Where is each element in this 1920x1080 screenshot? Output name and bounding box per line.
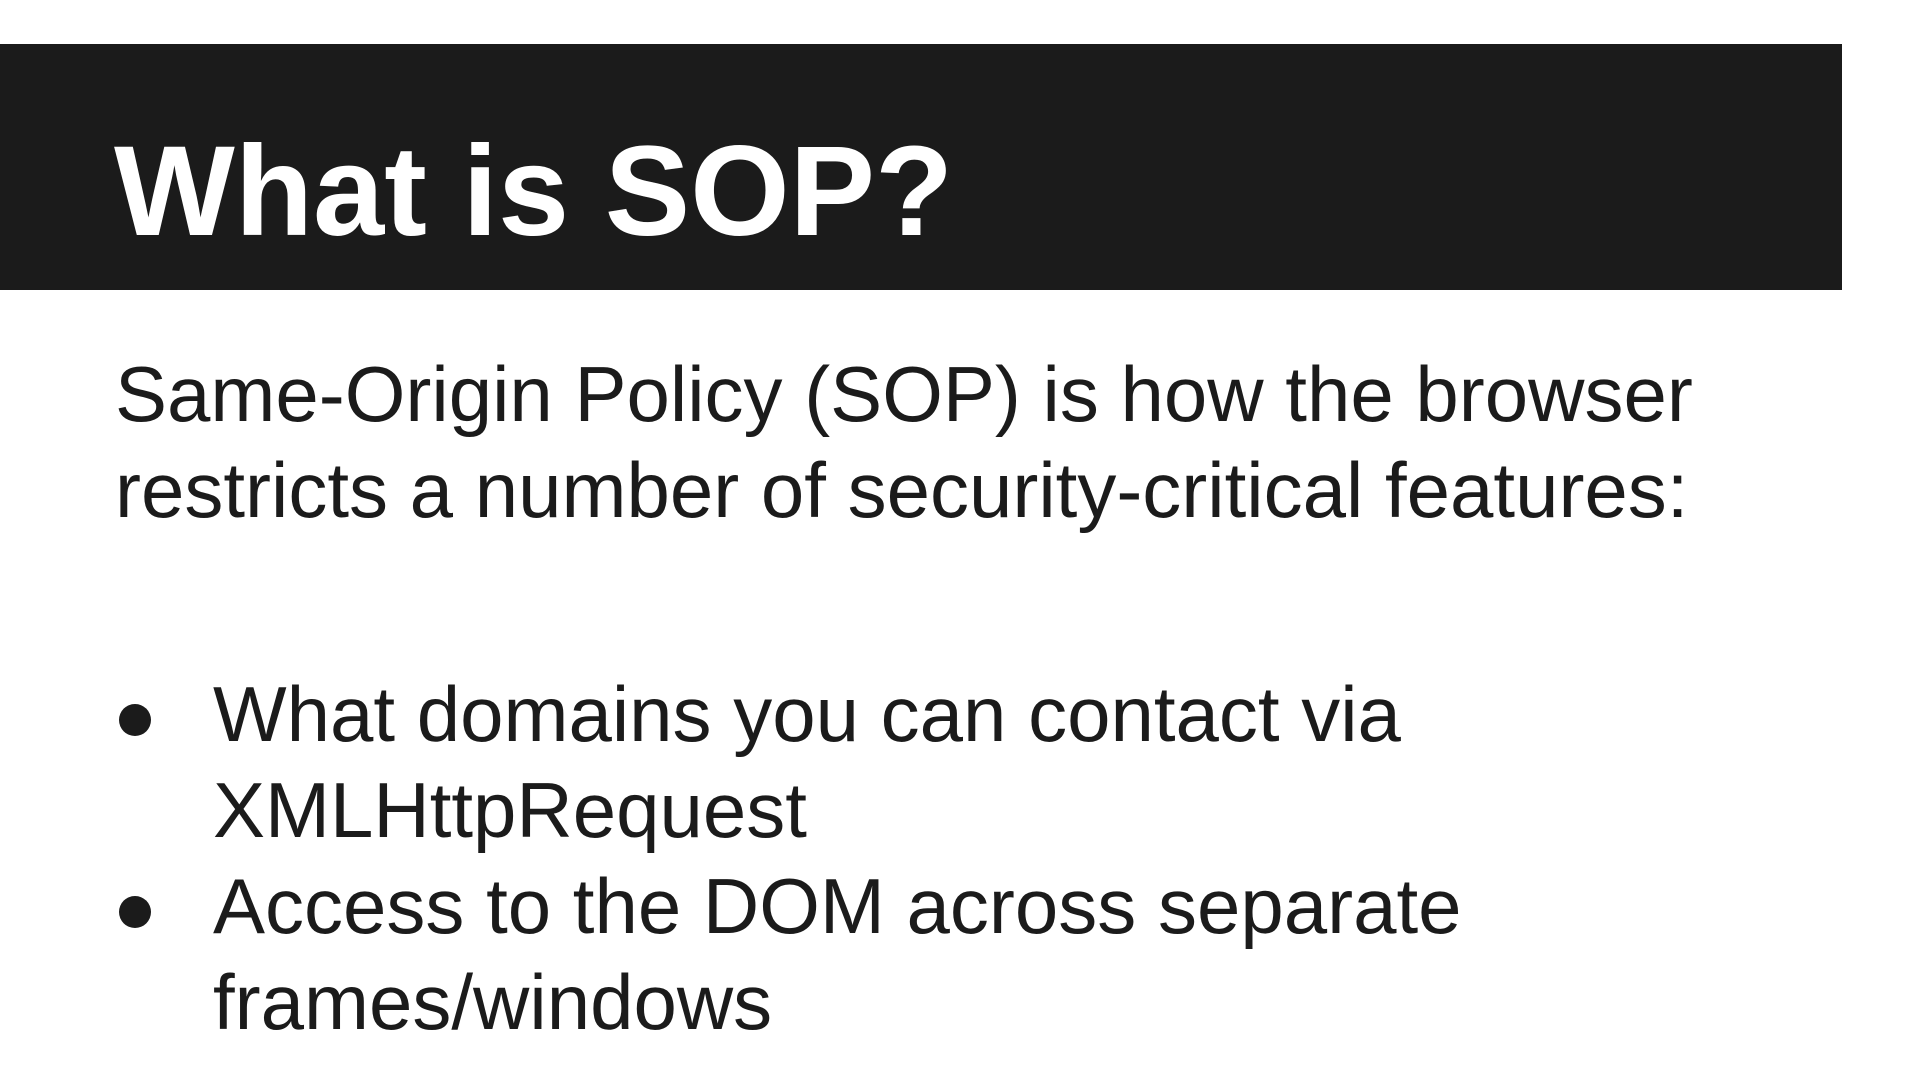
bullet-text: Access to the DOM across separate frames… <box>213 862 1462 1046</box>
slide: What is SOP? Same-Origin Policy (SOP) is… <box>0 0 1920 1080</box>
bullet-item: What domains you can contact via XMLHttp… <box>115 666 1815 858</box>
bullet-list: What domains you can contact via XMLHttp… <box>115 666 1815 1050</box>
slide-title: What is SOP? <box>114 120 954 263</box>
bullet-dot-icon <box>119 896 151 928</box>
bullet-dot-icon <box>119 704 151 736</box>
bullet-item: Access to the DOM across separate frames… <box>115 858 1815 1050</box>
bullet-text: What domains you can contact via XMLHttp… <box>213 670 1401 854</box>
intro-paragraph: Same-Origin Policy (SOP) is how the brow… <box>115 350 1693 534</box>
